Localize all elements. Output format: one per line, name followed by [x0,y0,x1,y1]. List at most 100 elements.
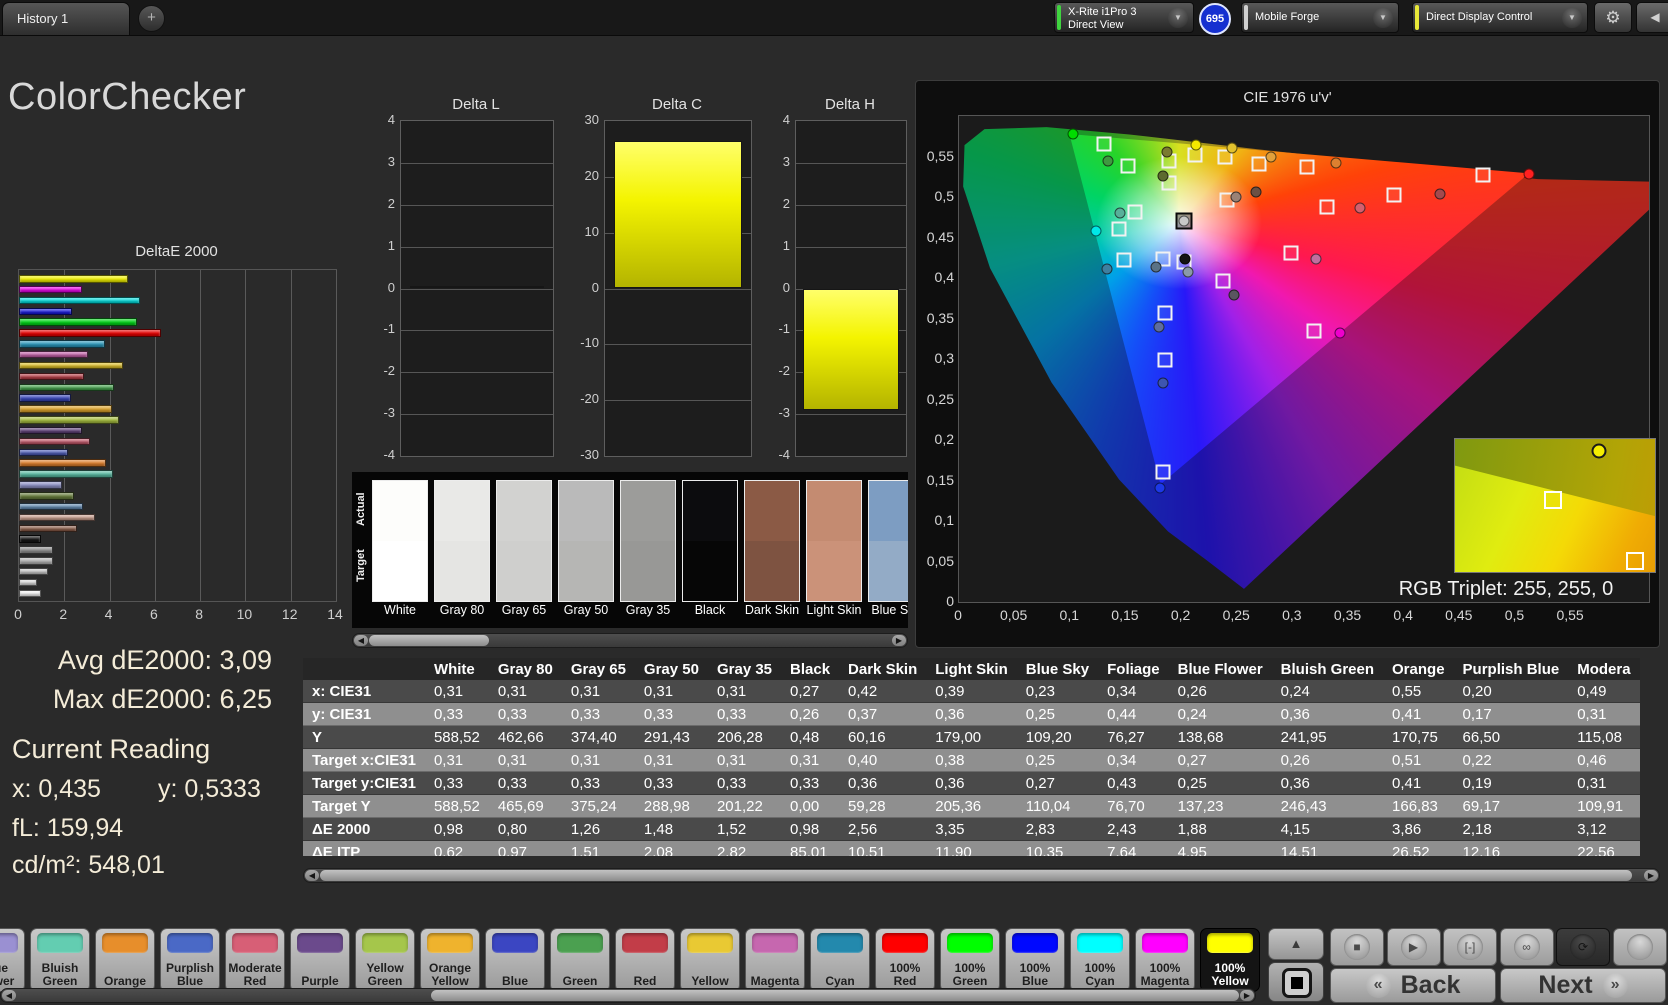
patch-button-orange[interactable]: Orange [95,928,155,992]
deltae-bar-red [19,372,84,381]
chevron-down-icon[interactable]: ▼ [1373,7,1393,28]
patch-button-100-green[interactable]: 100% Green [940,928,1000,992]
table-cell: 0,31 [634,680,708,703]
table-cell: 0,31 [561,748,635,772]
play-button[interactable]: ▶ [1386,928,1441,966]
chevron-down-icon[interactable]: ▼ [1168,7,1188,28]
scroll-left-icon[interactable]: ◀ [2,990,16,1001]
scroll-right-icon[interactable]: ▶ [892,635,906,646]
table-cell: 69,17 [1453,794,1569,818]
refresh-button[interactable]: ⟳ [1556,928,1610,966]
scroll-left-icon[interactable]: ◀ [354,635,368,646]
deltae-bar-magenta [19,350,89,359]
patch-button-purplish-blue[interactable]: Purplish Blue [160,928,220,992]
table-cell: 66,50 [1453,725,1569,749]
add-tab-button[interactable]: + [138,5,165,32]
table-cell: 0,46 [1568,748,1640,772]
table-scrollbar[interactable]: ◀ ▶ [303,868,1660,883]
patch-button-green[interactable]: Green [550,928,610,992]
stop-button[interactable]: ■ [1330,928,1384,966]
source-dropdown[interactable]: Mobile Forge ▼ [1241,2,1399,33]
table-cell: 85,01 [781,840,840,856]
table-cell: 0,33 [488,702,562,726]
patch-button-bluish-green[interactable]: Bluish Green [30,928,90,992]
delta-gridline [605,288,751,290]
delta-axis-tick-label: -30 [580,447,599,462]
tab-history-1[interactable]: History 1 [2,2,130,35]
table-cell: 0,33 [424,702,489,726]
swatch-actual-color [683,481,737,541]
patch-button-orange-yellow[interactable]: Orange Yellow [420,928,480,992]
table-cell: 1,88 [1168,817,1272,841]
pattern-window-button[interactable] [1268,962,1324,1002]
source-status-stripe [1244,5,1248,30]
swatch-chip-gray-65 [496,480,552,602]
collapse-panel-button[interactable]: ◀ [1636,2,1668,33]
scrollbar-thumb[interactable] [320,870,1632,881]
patch-button-purple[interactable]: Purple [290,928,350,992]
patch-button-100-yellow[interactable]: 100% Yellow [1200,928,1260,992]
delta-axis-tick-label: 4 [387,112,395,127]
patch-label: 100% Yellow [1211,961,1249,988]
cie-measurement-dot [1178,215,1190,227]
next-button[interactable]: Next » [1500,968,1666,1003]
patch-label: Bluish Green [41,961,79,988]
scroll-left-icon[interactable]: ◀ [305,870,319,881]
cie-y-tick-label: 0,55 [926,147,954,164]
patch-color-chip [1012,933,1058,953]
table-cell: 0,33 [634,771,708,795]
patch-row-scrollbar[interactable]: ◀ ▶ [0,988,1256,1003]
table-cell: 0,25 [1168,771,1272,795]
patch-button-yellow[interactable]: Yellow [680,928,740,992]
table-cell: 0,55 [1383,680,1454,703]
scrollbar-thumb[interactable] [369,635,489,646]
patch-button-red[interactable]: Red [615,928,675,992]
meter-dropdown[interactable]: X-Rite i1Pro 3 Direct View ▼ [1054,2,1194,33]
back-button[interactable]: « Back [1330,968,1496,1003]
swatch-actual-color [497,481,551,541]
table-cell: 0,26 [1168,680,1272,703]
patch-button-100-magenta[interactable]: 100% Magenta [1135,928,1195,992]
table-cell: 109,91 [1568,794,1640,818]
patch-button-100-red[interactable]: 100% Red [875,928,935,992]
delta-gridline [401,414,553,416]
delta-gridline [401,162,553,164]
loop-button[interactable]: ∞ [1499,928,1554,966]
delta-axis-tick-label: 3 [387,153,395,169]
step-button[interactable]: [-] [1443,928,1497,966]
meter-count-badge[interactable]: 695 [1199,3,1231,35]
scroll-right-icon[interactable]: ▶ [1644,870,1658,881]
deltae-bar-100-yellow [19,275,128,283]
patch-label: Purplish Blue [165,961,214,988]
scrollbar-thumb[interactable] [431,990,1239,1001]
swatch-target-color [621,541,675,601]
table-cell: 0,36 [1271,771,1384,795]
table-cell: 288,98 [634,794,708,818]
table-cell: 109,20 [1016,725,1099,749]
chevron-down-icon[interactable]: ▼ [1562,7,1582,28]
delta-chart-plot-delta-c [604,120,752,457]
scroll-right-icon[interactable]: ▶ [1240,990,1254,1001]
deltae-bar-gray-50 [19,557,53,565]
settings-button[interactable]: ⚙ [1594,2,1632,33]
patch-button-100-cyan[interactable]: 100% Cyan [1070,928,1130,992]
patch-button-blue-flower[interactable]: Blue Flower [0,928,25,992]
patch-button-blue[interactable]: Blue [485,928,545,992]
table-cell: 0,48 [781,725,840,749]
patch-button-yellow-green[interactable]: Yellow Green [355,928,415,992]
delta-gridline [796,414,906,416]
patch-button-moderate-red[interactable]: Moderate Red [225,928,285,992]
swatch-strip-scrollbar[interactable]: ◀ ▶ [352,633,908,648]
cie-measurement-dot [1154,482,1166,494]
patch-button-100-blue[interactable]: 100% Blue [1005,928,1065,992]
record-button[interactable] [1612,928,1667,966]
table-cell: 0,31 [707,748,782,772]
table-cell: 0,24 [1168,702,1272,726]
patch-button-magenta[interactable]: Magenta [745,928,805,992]
patch-button-cyan[interactable]: Cyan [810,928,870,992]
patch-list-up-button[interactable]: ▲ [1268,928,1324,960]
workflow-dropdown[interactable]: Direct Display Control ▼ [1412,2,1588,33]
table-cell: 22,56 [1568,840,1640,856]
source-name: Mobile Forge [1255,11,1320,23]
delta-axis-tick-label: 1 [782,237,790,253]
